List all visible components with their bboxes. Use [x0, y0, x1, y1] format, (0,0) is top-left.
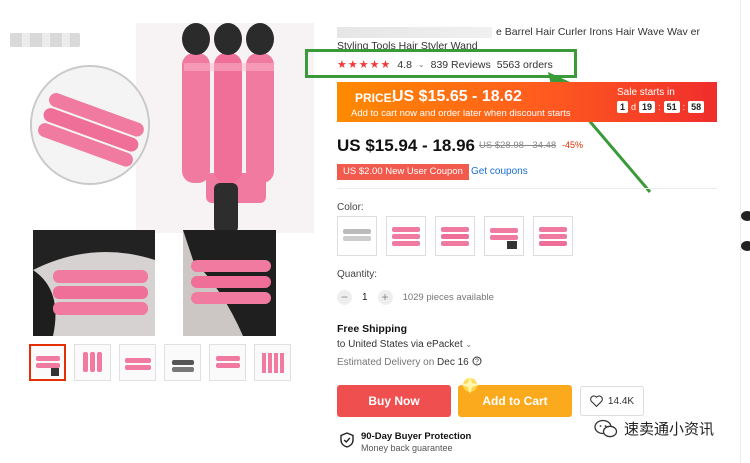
blurred-store-logo — [10, 33, 80, 47]
estimated-delivery: Estimated Delivery on Dec 16 ? — [337, 356, 482, 368]
sale-countdown-title: Sale starts in — [617, 87, 675, 98]
thumbnail-4[interactable] — [164, 344, 201, 381]
get-coupons-link[interactable]: Get coupons — [471, 166, 528, 177]
watermark-text: 速卖通小资讯 — [624, 421, 715, 438]
buyer-protection-title: 90-Day Buyer Protection — [361, 431, 472, 442]
quantity-value[interactable]: 1 — [362, 292, 368, 303]
quantity-stepper: − 1 + 1029 pieces available — [337, 290, 494, 305]
promo-banner: PRICE: US $15.65 - 18.62 Add to cart now… — [337, 82, 717, 122]
swatch-silver[interactable] — [337, 216, 377, 256]
main-product-image[interactable] — [136, 23, 314, 233]
new-user-coupon[interactable]: US $2.00 New User Coupon — [337, 164, 469, 180]
estimated-delivery-date: Dec 16 — [437, 357, 469, 368]
buyer-protection-subtitle: Money back guarantee — [361, 443, 453, 453]
shipping-destination-text: to United States via ePacket — [337, 339, 463, 350]
chevron-down-icon[interactable]: ⌄ — [418, 60, 425, 69]
increase-quantity-button[interactable]: + — [377, 290, 393, 305]
rating-row: ★★★★★ 4.8 ⌄ 839 Reviews 5563 orders — [337, 58, 553, 72]
swatch-pink-4[interactable] — [533, 216, 573, 256]
zoom-circle-image — [30, 65, 150, 185]
sparkle-icon — [461, 376, 479, 394]
model-image-left[interactable] — [33, 230, 155, 336]
promo-price-label: PRICE: — [355, 91, 396, 105]
promo-price: US $15.65 - 18.62 — [392, 88, 522, 105]
estimated-delivery-label: Estimated Delivery on — [337, 357, 435, 368]
countdown-seconds: 58 — [688, 101, 705, 113]
buy-now-button[interactable]: Buy Now — [337, 385, 451, 417]
swatch-pink-2[interactable] — [435, 216, 475, 256]
orders-count: 5563 orders — [496, 58, 553, 71]
help-icon[interactable]: ? — [472, 356, 482, 366]
shipping-destination[interactable]: to United States via ePacket ⌄ — [337, 339, 472, 350]
color-swatches — [337, 216, 573, 256]
related-product-preview[interactable] — [739, 208, 750, 258]
thumbnail-3[interactable] — [119, 344, 156, 381]
wechat-watermark: 速卖通小资讯 — [594, 418, 714, 439]
shipping-title: Free Shipping — [337, 323, 408, 335]
chevron-down-icon: ⌄ — [465, 340, 473, 349]
svg-text:?: ? — [475, 359, 479, 366]
promo-note: Add to cart now and order later when dis… — [351, 108, 571, 119]
thumbnail-1[interactable] — [29, 344, 66, 381]
countdown-hours: 19 — [639, 101, 656, 113]
countdown-days: 1 — [617, 101, 629, 113]
reviews-link[interactable]: 839 Reviews — [431, 59, 491, 71]
current-price: US $15.94 - 18.96 — [337, 136, 475, 155]
shield-check-icon — [340, 432, 354, 448]
divider — [337, 188, 717, 189]
wishlist-button[interactable]: 14.4K — [580, 386, 644, 416]
hair-curler-illustration — [182, 23, 274, 233]
discount-badge: -45% — [562, 140, 584, 150]
thumbnail-strip — [29, 344, 291, 381]
color-label: Color: — [337, 202, 364, 213]
decrease-quantity-button[interactable]: − — [337, 290, 352, 305]
countdown-day-unit: d — [631, 102, 637, 112]
wishlist-count: 14.4K — [607, 395, 635, 407]
model-image-right[interactable] — [183, 230, 276, 336]
thumbnail-6[interactable] — [254, 344, 291, 381]
pieces-available: 1029 pieces available — [402, 292, 494, 303]
countdown-minutes: 51 — [663, 101, 680, 113]
quantity-label: Quantity: — [337, 269, 378, 280]
thumbnail-2[interactable] — [74, 344, 111, 381]
sale-countdown: 1 d 19 : 51 : 58 — [617, 101, 705, 113]
star-rating-icons: ★★★★★ — [337, 59, 392, 71]
wechat-icon — [594, 419, 618, 437]
heart-icon — [590, 395, 603, 407]
rating-value[interactable]: 4.8 — [397, 59, 412, 71]
thumbnail-5[interactable] — [209, 344, 246, 381]
original-price: US $28.98 - 34.48 — [479, 140, 557, 151]
swatch-pink-3[interactable] — [484, 216, 524, 256]
swatch-pink-1[interactable] — [386, 216, 426, 256]
blurred-title-start — [337, 26, 492, 38]
